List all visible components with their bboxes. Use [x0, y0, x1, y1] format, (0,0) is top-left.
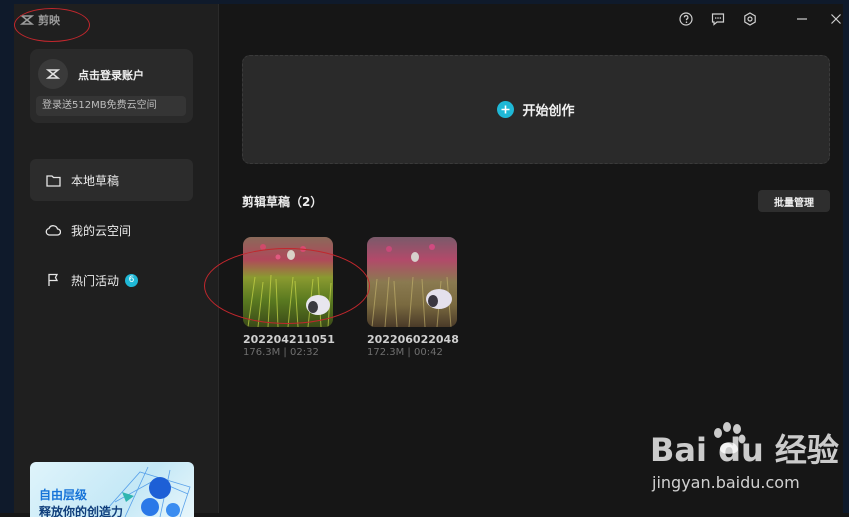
storage-promo[interactable]: 登录送512MB免费云空间: [36, 96, 186, 116]
flag-icon: [45, 272, 61, 288]
account-card[interactable]: 点击登录账户 登录送512MB免费云空间: [30, 49, 193, 123]
watermark-brand: Bai du 经验: [650, 431, 839, 469]
sidebar: 剪映 点击登录账户 登录送512MB免费云空间 本地草稿 我的云空间 热门活动 …: [14, 4, 219, 517]
draft-meta: 176.3M | 02:32: [243, 347, 319, 358]
nav-label: 热门活动: [71, 273, 120, 288]
notification-badge: 6: [125, 273, 139, 287]
feedback-icon[interactable]: [709, 10, 727, 28]
login-link[interactable]: 点击登录账户: [78, 67, 144, 83]
promo-title: 自由层级: [39, 488, 88, 502]
nav-cloud-space[interactable]: 我的云空间: [30, 209, 193, 251]
annotation-ellipse-logo: [14, 8, 90, 42]
close-icon[interactable]: [827, 10, 845, 28]
start-create-label: 开始创作: [522, 104, 575, 119]
promo-subtitle: 释放你的创造力: [39, 505, 124, 517]
watermark-url: jingyan.baidu.com: [652, 473, 800, 492]
annotation-ellipse-thumbnail: [204, 248, 370, 324]
folder-icon: [45, 172, 61, 188]
draft-thumbnail[interactable]: [367, 237, 457, 327]
nav-local-drafts[interactable]: 本地草稿: [30, 159, 193, 201]
nav-label: 本地草稿: [71, 173, 120, 188]
draft-name: 202204211051: [243, 333, 335, 346]
draft-meta: 172.3M | 00:42: [367, 347, 443, 358]
window-frame-left: [0, 0, 14, 513]
plus-icon: [497, 101, 515, 118]
draft-name: 202206022048: [367, 333, 459, 346]
window-frame-right: [843, 0, 849, 513]
cloud-icon: [45, 222, 61, 238]
settings-icon[interactable]: [741, 10, 759, 28]
promo-banner[interactable]: 自由层级 释放你的创造力: [30, 462, 194, 517]
minimize-icon[interactable]: [793, 10, 811, 28]
start-create-button[interactable]: 开始创作: [242, 55, 830, 164]
nav-hot-events[interactable]: 热门活动 6: [30, 259, 193, 301]
nav-label: 我的云空间: [71, 223, 132, 238]
capcut-avatar-icon: [46, 69, 60, 79]
batch-manage-button[interactable]: 批量管理: [758, 190, 830, 212]
drafts-section-title: 剪辑草稿（2）: [242, 195, 323, 209]
draft-card[interactable]: 202206022048 172.3M | 00:42: [367, 237, 459, 358]
baidu-watermark: Bai du 经验 jingyan.baidu.com: [650, 422, 840, 505]
help-icon[interactable]: [677, 10, 695, 28]
avatar[interactable]: [38, 59, 68, 89]
